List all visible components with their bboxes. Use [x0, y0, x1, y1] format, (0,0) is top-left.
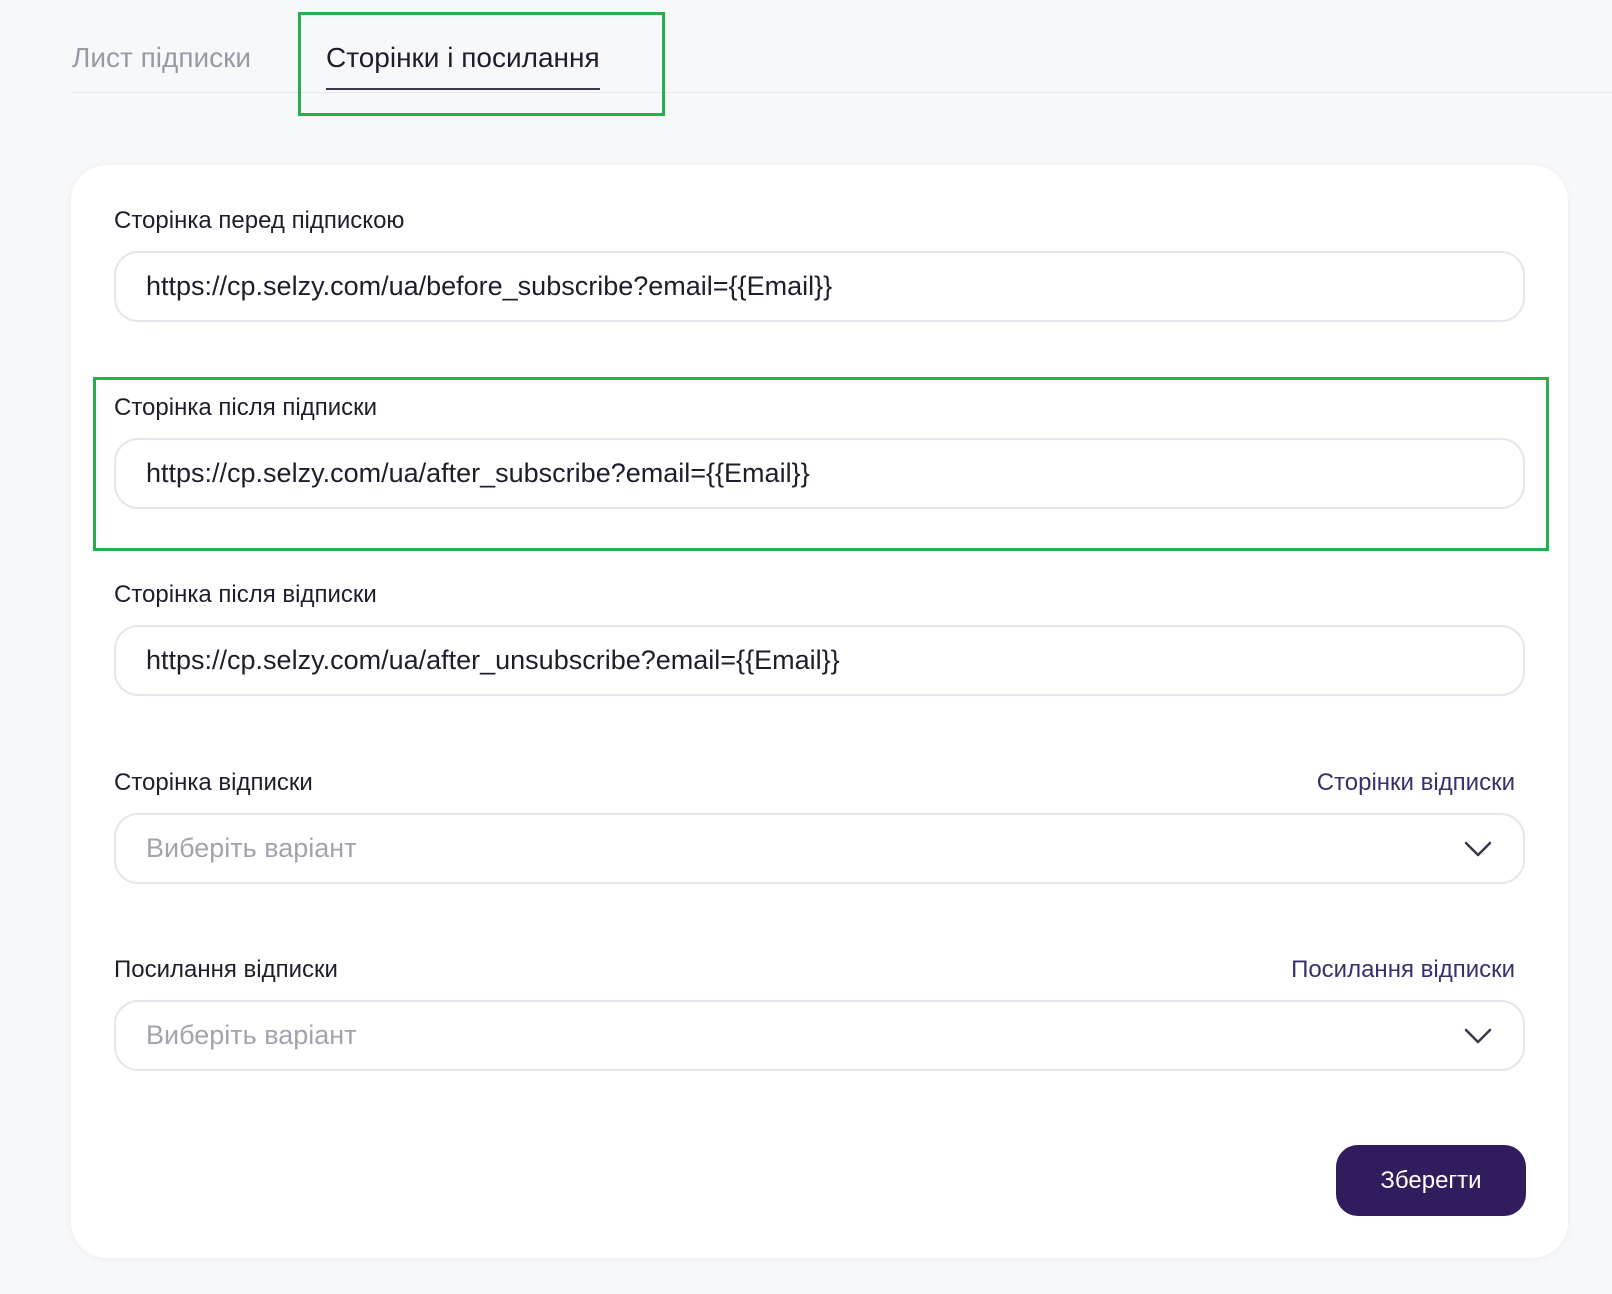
field-after-unsubscribe: Сторінка після відписки https://cp.selzy…	[114, 579, 1525, 696]
unsubscribe-links-link[interactable]: Посилання відписки	[1291, 954, 1515, 986]
tab-pages-and-links[interactable]: Сторінки і посилання	[326, 38, 600, 90]
tab-bar: Лист підписки Сторінки і посилання	[72, 0, 1612, 93]
field-label: Сторінка відписки	[114, 769, 313, 796]
settings-card: Сторінка перед підпискою https://cp.selz…	[71, 165, 1568, 1258]
field-unsubscribe-page: Сторінка відписки Сторінки відписки Вибе…	[114, 767, 1525, 884]
field-after-subscribe: Сторінка після підписки https://cp.selzy…	[114, 392, 1525, 509]
chevron-down-icon	[1464, 841, 1492, 856]
after-unsubscribe-input[interactable]: https://cp.selzy.com/ua/after_unsubscrib…	[114, 625, 1525, 696]
unsubscribe-pages-link[interactable]: Сторінки відписки	[1317, 767, 1515, 799]
input-value: https://cp.selzy.com/ua/after_subscribe?…	[146, 458, 810, 488]
unsubscribe-link-select[interactable]: Виберіть варіант	[114, 1000, 1525, 1071]
select-placeholder: Виберіть варіант	[146, 1020, 357, 1050]
input-value: https://cp.selzy.com/ua/after_unsubscrib…	[146, 645, 840, 675]
chevron-down-icon	[1464, 1028, 1492, 1043]
field-label: Сторінка перед підпискою	[114, 207, 405, 234]
input-value: https://cp.selzy.com/ua/before_subscribe…	[146, 271, 833, 301]
tab-subscription-form[interactable]: Лист підписки	[72, 38, 251, 78]
save-button[interactable]: Зберегти	[1336, 1145, 1526, 1216]
field-before-subscribe: Сторінка перед підпискою https://cp.selz…	[114, 205, 1525, 322]
after-subscribe-input[interactable]: https://cp.selzy.com/ua/after_subscribe?…	[114, 438, 1525, 509]
field-unsubscribe-link: Посилання відписки Посилання відписки Ви…	[114, 954, 1525, 1071]
field-label: Сторінка після підписки	[114, 394, 378, 421]
unsubscribe-page-select[interactable]: Виберіть варіант	[114, 813, 1525, 884]
before-subscribe-input[interactable]: https://cp.selzy.com/ua/before_subscribe…	[114, 251, 1525, 322]
select-placeholder: Виберіть варіант	[146, 833, 357, 863]
field-label: Сторінка після відписки	[114, 581, 377, 608]
